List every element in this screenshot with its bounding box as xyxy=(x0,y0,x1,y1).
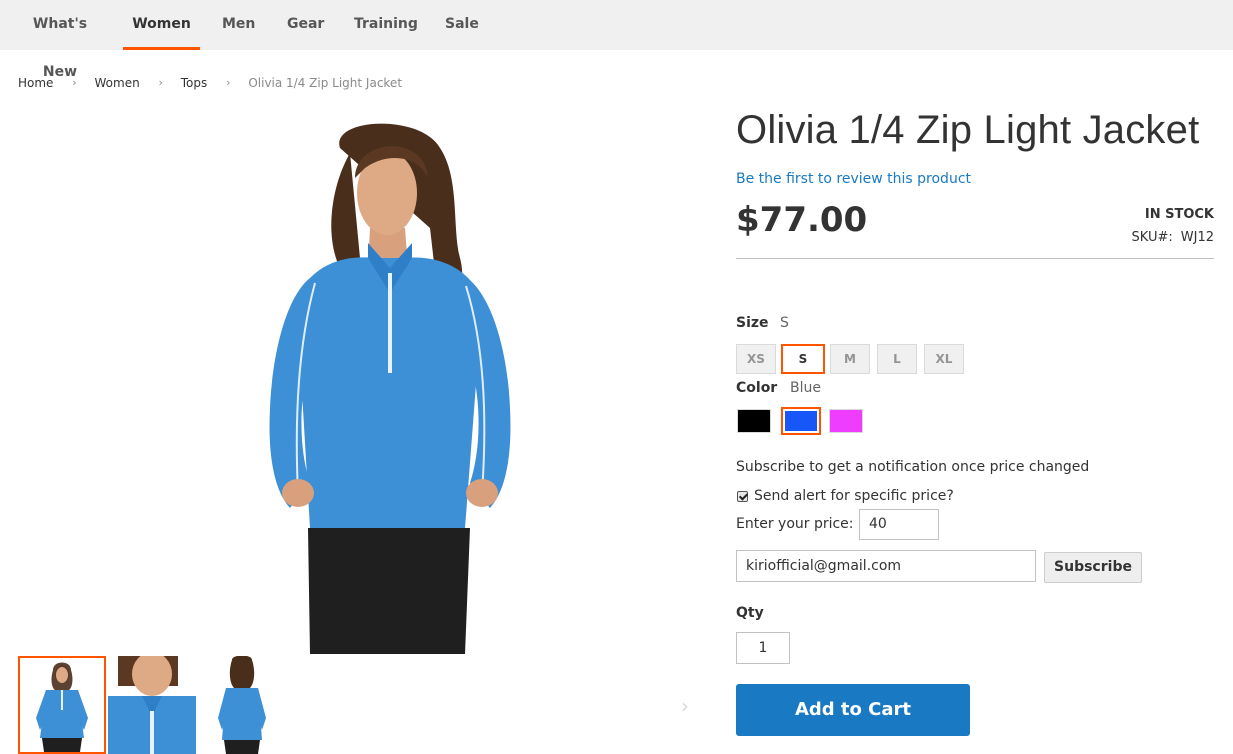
breadcrumb-separator-icon: › xyxy=(72,76,77,89)
subscribe-button[interactable]: Subscribe xyxy=(1044,552,1142,583)
thumbnail-closeup[interactable] xyxy=(108,656,196,754)
target-price-label: Enter your price: $ xyxy=(736,516,867,532)
nav-item-men[interactable]: Men xyxy=(222,0,255,50)
thumbnail-closeup-image xyxy=(108,656,196,754)
divider xyxy=(736,258,1214,259)
color-swatch-blue[interactable] xyxy=(781,407,821,435)
nav-item-gear[interactable]: Gear xyxy=(287,0,324,50)
price-alert-heading: Subscribe to get a notification once pri… xyxy=(736,459,1090,475)
color-swatch-black[interactable] xyxy=(736,408,772,434)
color-swatch-fill xyxy=(829,409,863,433)
size-option-xl[interactable]: XL xyxy=(924,344,964,374)
color-swatch-purple[interactable] xyxy=(828,408,864,434)
nav-item-training[interactable]: Training xyxy=(354,0,418,50)
nav-item-women[interactable]: Women xyxy=(123,0,200,50)
breadcrumb-current: Olivia 1/4 Zip Light Jacket xyxy=(248,75,403,90)
add-to-cart-button[interactable]: Add to Cart xyxy=(736,684,970,736)
price-alert-checkbox-label[interactable]: Send alert for specific price? xyxy=(754,488,954,504)
sku-value: WJ12 xyxy=(1180,230,1214,245)
stock-status: IN STOCK xyxy=(1144,207,1214,222)
breadcrumb-separator-icon: › xyxy=(226,76,231,89)
review-link[interactable]: Be the first to review this product xyxy=(736,171,971,187)
size-option-s[interactable]: S xyxy=(781,344,825,374)
product-price: $77.00 xyxy=(736,200,868,240)
breadcrumb-home[interactable]: Home xyxy=(18,76,53,90)
breadcrumb-tops[interactable]: Tops xyxy=(181,76,208,90)
size-label: Size xyxy=(736,315,769,331)
product-main-image[interactable] xyxy=(190,108,570,654)
sku-info: SKU#: WJ12 xyxy=(1132,230,1214,245)
qty-label: Qty xyxy=(736,605,764,621)
color-selected-value: Blue xyxy=(790,380,821,396)
price-alert-checkbox-row: Send alert for specific price? xyxy=(737,488,954,504)
product-title: Olivia 1/4 Zip Light Jacket xyxy=(736,108,1200,152)
size-selected-value: S xyxy=(780,315,789,331)
size-option-xs[interactable]: XS xyxy=(736,344,776,374)
email-input[interactable]: kiriofficial@gmail.com xyxy=(736,550,1036,582)
gallery-next-arrow-icon[interactable]: › xyxy=(678,694,692,718)
nav-item-whats-new[interactable]: What's New xyxy=(18,0,102,80)
thumbnail-back[interactable] xyxy=(198,656,286,754)
thumbnail-front-image xyxy=(20,658,104,752)
size-option-l[interactable]: L xyxy=(877,344,917,374)
qty-input[interactable]: 1 xyxy=(736,632,790,664)
thumbnail-front[interactable] xyxy=(18,656,106,754)
sku-label: SKU#: xyxy=(1131,230,1173,245)
breadcrumb-women[interactable]: Women xyxy=(95,76,140,90)
color-label: Color xyxy=(736,380,778,396)
top-navigation: What's New Women Men Gear Training Sale xyxy=(0,0,1233,80)
thumbnail-back-image xyxy=(198,656,286,754)
breadcrumb: Home › Women › Tops › Olivia 1/4 Zip Lig… xyxy=(18,75,402,90)
color-swatch-fill xyxy=(737,409,771,433)
product-photo xyxy=(269,123,511,654)
color-swatch-fill xyxy=(785,411,817,431)
target-price-input[interactable]: 40 xyxy=(859,509,939,540)
nav-item-sale[interactable]: Sale xyxy=(445,0,479,50)
price-alert-checkbox[interactable] xyxy=(737,490,748,502)
breadcrumb-separator-icon: › xyxy=(158,76,163,89)
size-option-m[interactable]: M xyxy=(830,344,870,374)
